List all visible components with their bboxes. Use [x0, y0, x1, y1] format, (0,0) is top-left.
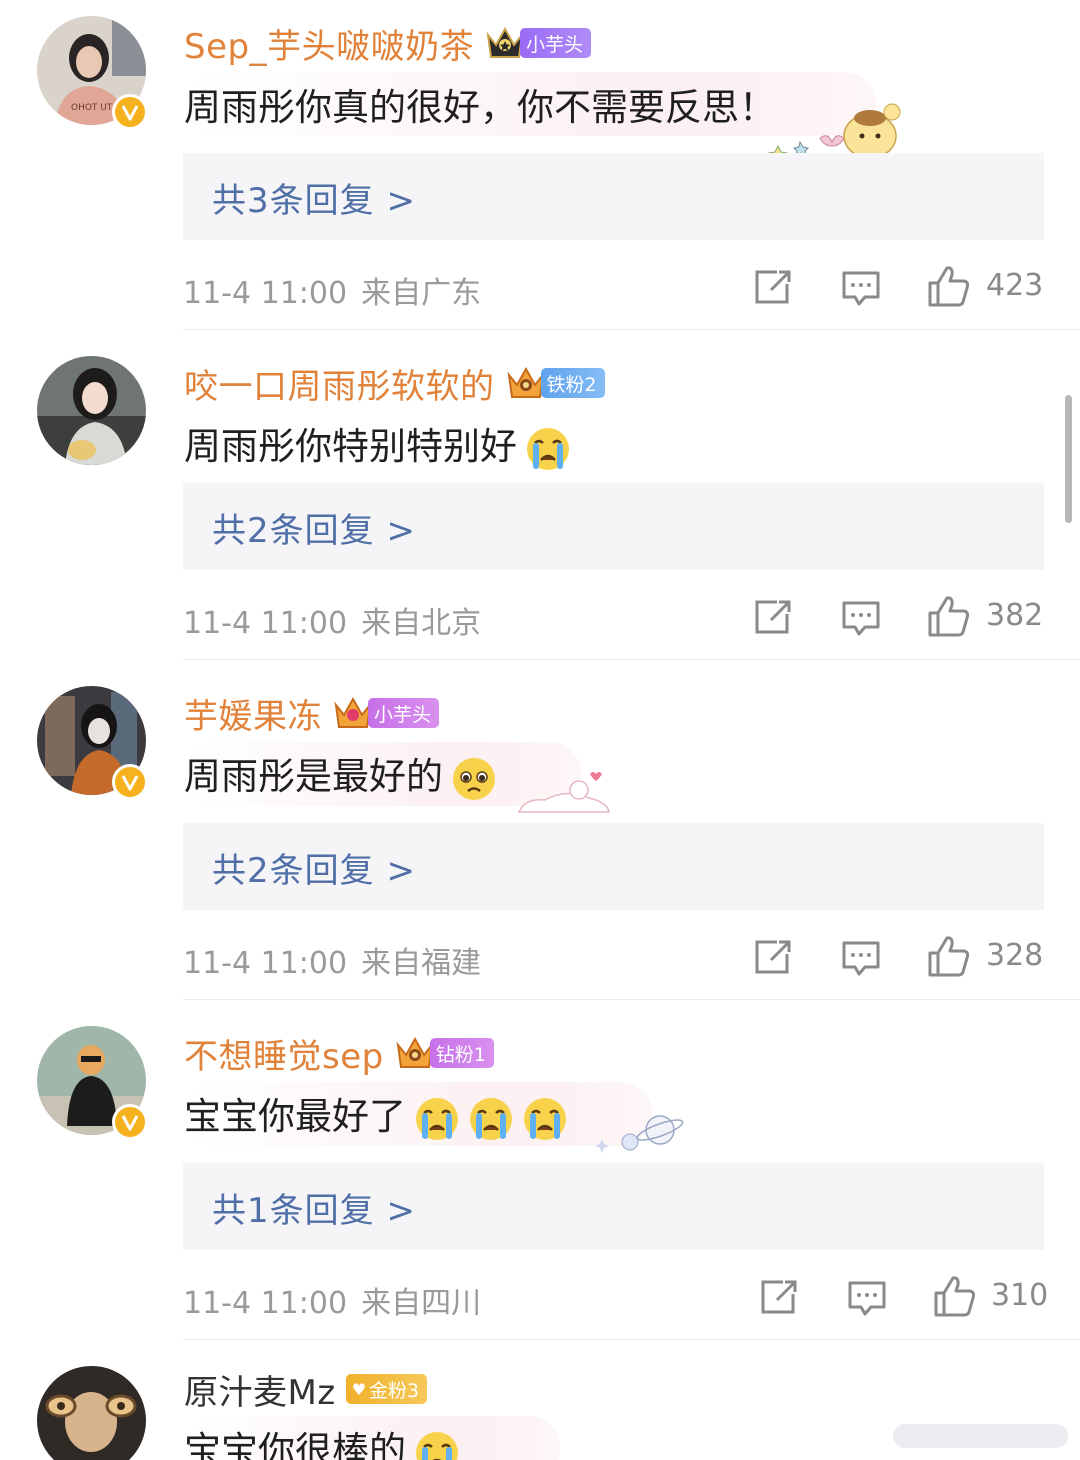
like-count: 310	[991, 1278, 1049, 1313]
comment-icon[interactable]	[841, 940, 881, 978]
like-count: 382	[986, 598, 1044, 633]
username[interactable]: 咬一口周雨彤软软的	[184, 359, 495, 408]
comment-time-location: 11-4 11:00 来自福建	[183, 938, 481, 982]
username-row: 芋媛果冻 小芋头	[184, 689, 440, 738]
replies-box[interactable]: 共3条回复 >	[183, 153, 1044, 240]
avatar[interactable]	[37, 356, 146, 465]
repost-icon[interactable]	[753, 938, 793, 976]
like-count: 328	[986, 938, 1044, 973]
like-count: 423	[986, 268, 1044, 303]
comment-icon[interactable]	[847, 1280, 887, 1318]
heart-icon: ♥	[351, 1379, 367, 1399]
comment-bubble: 宝宝你最好了	[184, 1082, 652, 1146]
verified-v-icon	[112, 764, 148, 800]
comment-bubble: 周雨彤你特别特别好	[184, 412, 651, 476]
verified-v-icon	[112, 94, 148, 130]
watermark-overlay	[893, 1424, 1068, 1448]
comment-time-location: 11-4 11:00 来自北京	[183, 598, 481, 642]
planet-sticker-icon	[592, 1110, 688, 1158]
comment-text: 宝宝你很棒的	[184, 1420, 460, 1460]
comment-meta: 11-4 11:00 来自北京 382	[183, 594, 1044, 642]
fan-badge: 小芋头	[520, 28, 592, 58]
comment-meta: 11-4 11:00 来自广东 423	[183, 264, 1044, 312]
fan-badge: 小芋头	[368, 698, 440, 728]
username-row: 咬一口周雨彤软软的 铁粉2	[184, 359, 605, 408]
comment-text: 周雨彤是最好的	[184, 746, 497, 802]
comment-meta: 11-4 11:00 来自四川 310	[183, 1274, 1048, 1322]
comment-text: 宝宝你最好了	[184, 1086, 568, 1142]
comment-text: 周雨彤你真的很好，你不需要反思！	[184, 86, 776, 129]
divider	[183, 1339, 1080, 1340]
view-replies-link[interactable]: 共2条回复 >	[212, 843, 416, 892]
thumbs-up-icon[interactable]	[927, 594, 971, 638]
scrollbar[interactable]	[1065, 395, 1072, 523]
comment-location: 来自北京	[361, 606, 482, 641]
username-row: 原汁麦Mz ♥ 金粉3	[184, 1365, 428, 1414]
divider	[183, 999, 1080, 1000]
repost-icon[interactable]	[753, 268, 793, 306]
replies-box[interactable]: 共2条回复 >	[183, 823, 1044, 910]
comment-location: 来自广东	[361, 276, 482, 311]
username-row: Sep_芋头啵啵奶茶 小芋头	[184, 19, 592, 68]
divider	[183, 329, 1080, 330]
thumbs-up-icon[interactable]	[933, 1274, 977, 1318]
avatar[interactable]	[37, 1366, 146, 1460]
svg-text:OHOT UT: OHOT UT	[71, 103, 113, 113]
comment-meta: 11-4 11:00 来自福建 328	[183, 934, 1044, 982]
divider	[183, 659, 1080, 660]
comment-time-location: 11-4 11:00 来自广东	[183, 268, 481, 312]
thumbs-up-icon[interactable]	[927, 264, 971, 308]
replies-box[interactable]: 共2条回复 >	[183, 483, 1044, 570]
username[interactable]: 不想睡觉sep	[184, 1029, 384, 1078]
comment-icon[interactable]	[841, 270, 881, 308]
fan-badge: 铁粉2	[540, 368, 605, 398]
comment-bubble: 宝宝你很棒的	[184, 1416, 560, 1460]
pleading-emoji-icon	[451, 756, 497, 802]
view-replies-link[interactable]: 共1条回复 >	[212, 1183, 416, 1232]
repost-icon[interactable]	[753, 598, 793, 636]
comment-text: 周雨彤你特别特别好	[184, 416, 571, 472]
repost-icon[interactable]	[759, 1278, 799, 1316]
fan-badge: ♥ 金粉3	[345, 1374, 428, 1404]
comment-time: 11-4 11:00	[183, 606, 348, 641]
comment-icon[interactable]	[841, 600, 881, 638]
comment-time: 11-4 11:00	[183, 1286, 348, 1321]
username[interactable]: Sep_芋头啵啵奶茶	[184, 19, 474, 68]
comment-time-location: 11-4 11:00 来自四川	[183, 1278, 481, 1322]
crying-emoji-icon	[468, 1096, 514, 1142]
comment-location: 来自四川	[361, 1286, 482, 1321]
fan-badge: 钻粉1	[429, 1038, 494, 1068]
crying-emoji-icon	[414, 1096, 460, 1142]
view-replies-link[interactable]: 共3条回复 >	[212, 173, 416, 222]
view-replies-link[interactable]: 共2条回复 >	[212, 503, 416, 552]
crying-emoji-icon	[414, 1430, 460, 1460]
username[interactable]: 芋媛果冻	[184, 689, 322, 738]
verified-v-icon	[112, 1104, 148, 1140]
comment-time: 11-4 11:00	[183, 946, 348, 981]
thumbs-up-icon[interactable]	[927, 934, 971, 978]
username-row: 不想睡觉sep 钻粉1	[184, 1029, 494, 1078]
comment-location: 来自福建	[361, 946, 482, 981]
cat-sticker-icon	[515, 768, 615, 820]
username[interactable]: 原汁麦Mz	[184, 1365, 336, 1414]
crying-emoji-icon	[522, 1096, 568, 1142]
replies-box[interactable]: 共1条回复 >	[183, 1163, 1044, 1250]
comment-time: 11-4 11:00	[183, 276, 348, 311]
crying-emoji-icon	[525, 426, 571, 472]
